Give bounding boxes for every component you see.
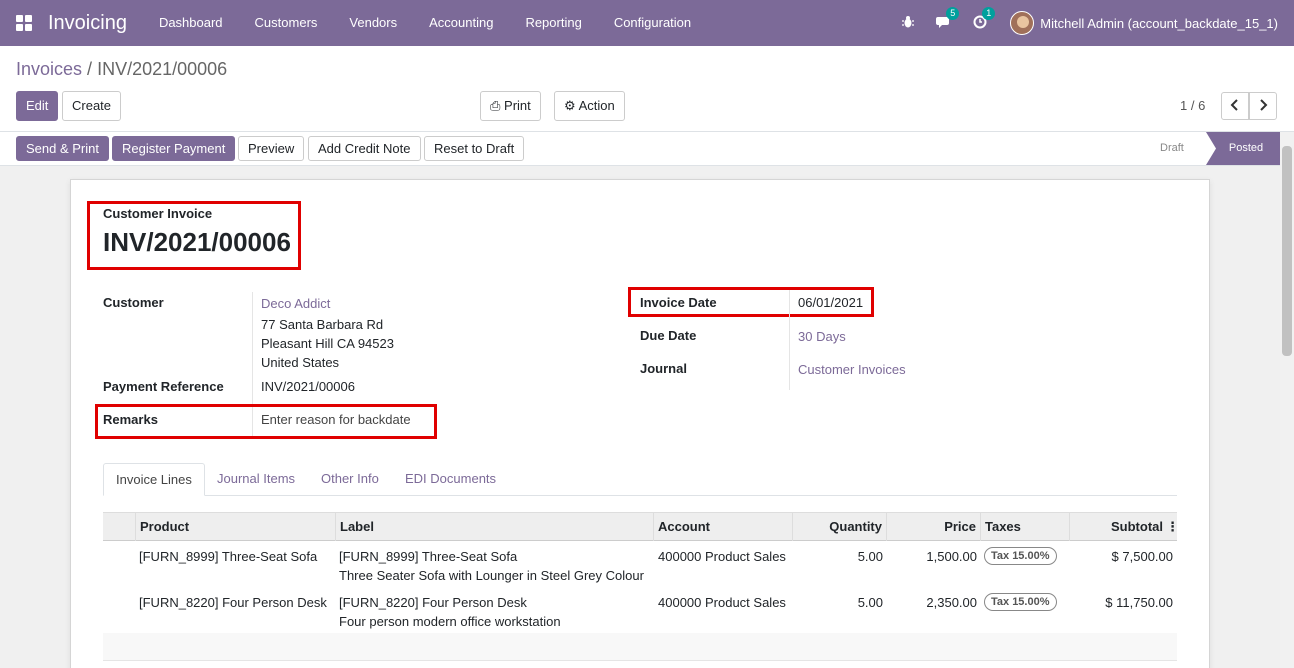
column-options-icon[interactable]: ⋮ <box>1166 513 1179 541</box>
tab-other-info[interactable]: Other Info <box>309 463 391 496</box>
remarks-field[interactable]: Enter reason for backdate <box>261 412 411 427</box>
line-tax-badge: Tax 15.00% <box>984 547 1057 565</box>
customer-address-country: United States <box>261 355 340 370</box>
activities-badge: 1 <box>982 6 996 20</box>
line-product: [FURN_8999] Three-Seat Sofa <box>139 549 318 564</box>
stage-posted: Posted <box>1206 132 1280 165</box>
create-button[interactable]: Create <box>62 91 122 121</box>
top-navbar: Invoicing Dashboard Customers Vendors Ac… <box>0 0 1294 46</box>
column-header-product[interactable]: Product <box>135 513 335 541</box>
table-row[interactable]: [FURN_8220] Four Person Desk [FURN_8220]… <box>103 587 1177 634</box>
app-title[interactable]: Invoicing <box>48 12 127 35</box>
menu-customers[interactable]: Customers <box>239 0 334 46</box>
line-label-title: [FURN_8220] Four Person Desk <box>339 595 527 610</box>
table-row[interactable]: [FURN_8999] Three-Seat Sofa [FURN_8999] … <box>103 541 1177 588</box>
messages-chat-icon[interactable]: 5 <box>926 6 962 32</box>
tab-journal-items[interactable]: Journal Items <box>205 463 307 496</box>
column-header-quantity[interactable]: Quantity <box>792 513 886 541</box>
action-button[interactable]: ⚙ Action <box>554 91 625 121</box>
print-label: Print <box>504 98 531 113</box>
due-date-field[interactable]: 30 Days <box>798 329 846 344</box>
column-header-price[interactable]: Price <box>886 513 980 541</box>
line-label-title: [FURN_8999] Three-Seat Sofa <box>339 549 518 564</box>
table-header: Product Label Account Quantity Price Tax… <box>103 512 1179 541</box>
printer-icon: ⎙ <box>490 98 501 113</box>
payment-reference-field[interactable]: INV/2021/00006 <box>261 379 355 394</box>
customer-label: Customer <box>103 295 164 310</box>
breadcrumb: Invoices / INV/2021/00006 <box>16 59 227 80</box>
add-credit-note-button[interactable]: Add Credit Note <box>308 136 421 161</box>
breadcrumb-invoices[interactable]: Invoices <box>16 59 82 79</box>
line-account: 400000 Product Sales <box>658 595 786 610</box>
edit-button[interactable]: Edit <box>16 91 59 121</box>
column-header-taxes[interactable]: Taxes <box>980 513 1069 541</box>
line-price: 2,350.00 <box>926 595 977 610</box>
payment-reference-label: Payment Reference <box>103 379 224 394</box>
pager-previous-button[interactable] <box>1221 92 1249 120</box>
line-label-description: Four person modern office workstation <box>339 614 561 629</box>
line-label-description: Three Seater Sofa with Lounger in Steel … <box>339 568 644 583</box>
line-quantity: 5.00 <box>857 549 883 564</box>
invoice-date-field[interactable]: 06/01/2021 <box>798 295 863 310</box>
journal-label: Journal <box>640 361 687 376</box>
menu-reporting[interactable]: Reporting <box>509 0 597 46</box>
customer-link[interactable]: Deco Addict <box>261 296 330 311</box>
line-subtotal: $ 7,500.00 <box>1111 549 1173 564</box>
line-quantity: 5.00 <box>857 595 883 610</box>
field-divider <box>789 290 790 390</box>
chevron-left-icon <box>1230 99 1238 111</box>
activities-clock-icon[interactable]: 1 <box>962 6 998 32</box>
menu-vendors[interactable]: Vendors <box>333 0 413 46</box>
customer-address-city: Pleasant Hill CA 94523 <box>261 336 394 351</box>
pager-value: 1 / 6 <box>1180 98 1206 113</box>
form-tabs: Invoice Lines Journal Items Other Info E… <box>103 463 1177 496</box>
line-label: [FURN_8220] Four Person Desk Four person… <box>339 593 561 631</box>
line-subtotal: $ 11,750.00 <box>1105 595 1173 610</box>
send-print-button[interactable]: Send & Print <box>16 136 109 161</box>
tab-edi-documents[interactable]: EDI Documents <box>393 463 508 496</box>
column-header-account[interactable]: Account <box>653 513 792 541</box>
breadcrumb-current: INV/2021/00006 <box>97 59 228 79</box>
control-panel: Invoices / INV/2021/00006 Edit Create ⎙ … <box>0 46 1294 132</box>
line-tax-badge: Tax 15.00% <box>984 593 1057 611</box>
tab-invoice-lines[interactable]: Invoice Lines <box>103 463 205 496</box>
scroll-thumb[interactable] <box>1282 146 1292 356</box>
customer-address-street: 77 Santa Barbara Rd <box>261 317 384 332</box>
reset-to-draft-button[interactable]: Reset to Draft <box>424 136 525 161</box>
remarks-label: Remarks <box>103 412 158 427</box>
menu-accounting[interactable]: Accounting <box>413 0 509 46</box>
line-price: 1,500.00 <box>926 549 977 564</box>
chevron-right-icon <box>1260 99 1268 111</box>
statusbar: Send & Print Register Payment Preview Ad… <box>0 132 1280 166</box>
apps-menu-icon[interactable] <box>16 15 32 31</box>
messages-badge: 5 <box>946 6 960 20</box>
column-header-subtotal[interactable]: Subtotal <box>1069 513 1167 541</box>
print-button[interactable]: ⎙ Print <box>480 91 541 121</box>
due-date-label: Due Date <box>640 328 697 343</box>
breadcrumb-separator: / <box>82 59 98 79</box>
invoice-number: INV/2021/00006 <box>103 227 291 257</box>
user-avatar[interactable] <box>1010 11 1035 35</box>
line-product: [FURN_8220] Four Person Desk <box>139 595 327 610</box>
preview-button[interactable]: Preview <box>238 136 305 161</box>
menu-configuration[interactable]: Configuration <box>598 0 707 46</box>
line-account: 400000 Product Sales <box>658 549 786 564</box>
line-label: [FURN_8999] Three-Seat Sofa Three Seater… <box>339 547 644 585</box>
user-menu[interactable]: Mitchell Admin (account_backdate_15_1) <box>1040 16 1278 31</box>
column-header-label[interactable]: Label <box>335 513 653 541</box>
debug-bug-icon[interactable] <box>890 15 926 32</box>
invoice-date-label: Invoice Date <box>640 295 717 310</box>
gear-icon: ⚙ <box>564 98 576 113</box>
register-payment-button[interactable]: Register Payment <box>112 136 236 161</box>
stage-draft: Draft <box>1160 142 1184 154</box>
pager-next-button[interactable] <box>1249 92 1277 120</box>
table-empty-row[interactable] <box>103 633 1177 661</box>
document-type: Customer Invoice <box>103 206 213 221</box>
form-sheet: Customer Invoice INV/2021/00006 Customer… <box>70 179 1210 668</box>
action-label: Action <box>578 98 615 113</box>
menu-dashboard[interactable]: Dashboard <box>143 0 239 46</box>
page-scrollbar[interactable] <box>1280 132 1294 668</box>
journal-link[interactable]: Customer Invoices <box>798 362 906 377</box>
